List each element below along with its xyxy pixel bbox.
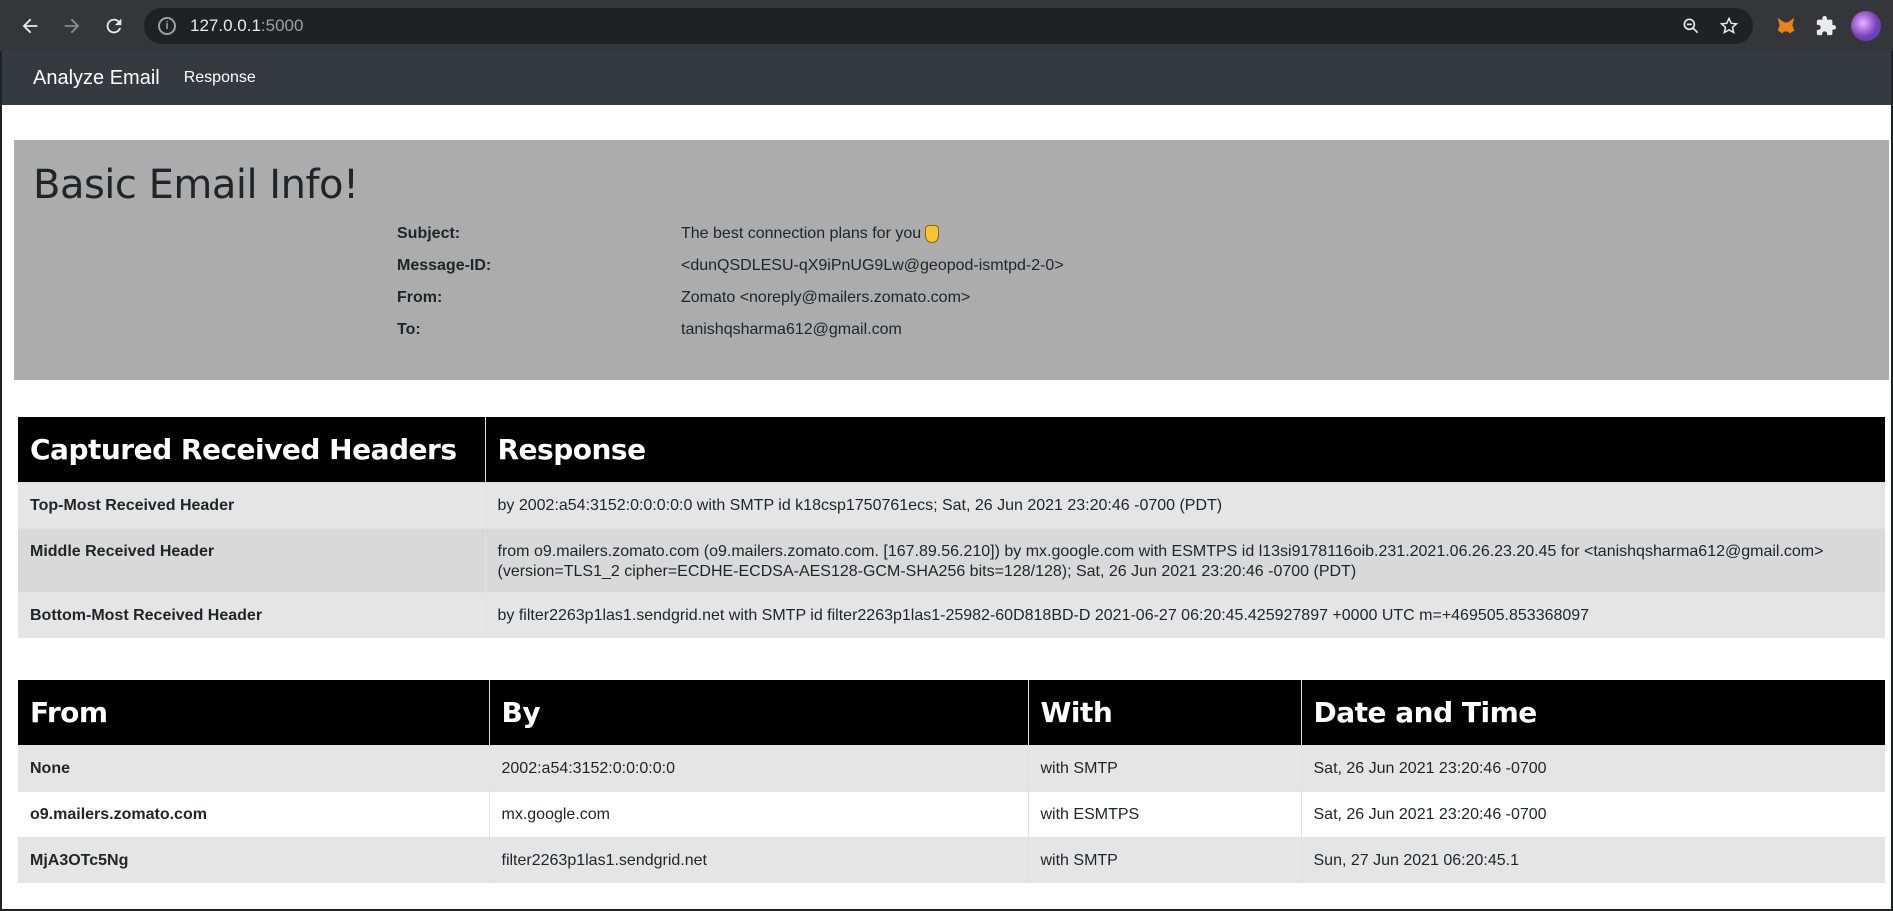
info-value: <dunQSDLESU-qX9iPnUG9Lw@geopod-ismtpd-2-… xyxy=(681,257,1064,274)
table-row: None 2002:a54:3152:0:0:0:0:0 with SMTP S… xyxy=(18,744,1885,791)
table-row: MjA3OTc5Ng filter2263p1las1.sendgrid.net… xyxy=(18,836,1885,883)
star-icon[interactable] xyxy=(1719,16,1739,36)
nav-link-response[interactable]: Response xyxy=(184,69,256,87)
metamask-extension-icon[interactable] xyxy=(1769,9,1803,43)
navbar-brand[interactable]: Analyze Email xyxy=(33,67,160,90)
header-name: Top-Most Received Header xyxy=(18,481,485,528)
column-header: With xyxy=(1027,680,1301,745)
url-host: 127.0.0.1 xyxy=(190,15,261,35)
hop-by: filter2263p1las1.sendgrid.net xyxy=(488,836,1028,883)
header-value: by filter2263p1las1.sendgrid.net with SM… xyxy=(484,591,1885,638)
info-row-from: From: Zomato <noreply@mailers.zomato.com… xyxy=(397,282,1064,314)
extensions-puzzle-icon[interactable] xyxy=(1809,9,1843,43)
hop-from: None xyxy=(18,744,489,791)
back-button[interactable] xyxy=(12,8,48,44)
info-label: Subject: xyxy=(397,225,461,242)
info-row-subject: Subject: The best connection plans for y… xyxy=(397,218,1064,250)
info-row-to: To: tanishqsharma612@gmail.com xyxy=(397,314,1064,346)
column-header: By xyxy=(488,680,1028,745)
info-row-message-id: Message-ID: <dunQSDLESU-qX9iPnUG9Lw@geop… xyxy=(397,250,1064,282)
hop-with: with ESMTPS xyxy=(1027,790,1301,837)
table-row: Bottom-Most Received Header by filter226… xyxy=(18,591,1885,638)
reload-button[interactable] xyxy=(96,8,132,44)
hop-datetime: Sat, 26 Jun 2021 23:20:46 -0700 xyxy=(1300,790,1885,837)
header-name: Bottom-Most Received Header xyxy=(18,591,485,638)
hop-from: MjA3OTc5Ng xyxy=(18,836,489,883)
table-row: Top-Most Received Header by 2002:a54:315… xyxy=(18,481,1885,528)
hop-with: with SMTP xyxy=(1027,836,1301,883)
info-label: From: xyxy=(397,289,443,306)
info-grid: Subject: The best connection plans for y… xyxy=(397,218,1064,346)
header-value: by 2002:a54:3152:0:0:0:0:0 with SMTP id … xyxy=(484,481,1885,528)
column-header: From xyxy=(18,680,489,745)
hop-with: with SMTP xyxy=(1027,744,1301,791)
hops-table: From By With Date and Time None 2002:a54… xyxy=(18,680,1885,883)
info-value: tanishqsharma612@gmail.com xyxy=(681,321,902,338)
info-label: Message-ID: xyxy=(397,257,492,274)
profile-avatar[interactable] xyxy=(1851,10,1881,41)
column-header: Captured Received Headers xyxy=(18,417,485,482)
info-value: The best connection plans for you xyxy=(681,225,922,243)
info-value: Zomato <noreply@mailers.zomato.com> xyxy=(681,289,971,306)
pointing-hand-emoji-icon xyxy=(925,224,940,243)
column-header: Date and Time xyxy=(1300,680,1885,745)
hop-by: 2002:a54:3152:0:0:0:0:0 xyxy=(488,744,1028,791)
zoom-icon[interactable] xyxy=(1681,16,1701,36)
subject-value-wrap: The best connection plans for you xyxy=(681,224,940,243)
received-headers-table: Captured Received Headers Response Top-M… xyxy=(18,417,1885,638)
table-row: Middle Received Header from o9.mailers.z… xyxy=(18,527,1885,592)
address-bar[interactable]: i 127.0.0.1:5000 xyxy=(144,7,1753,44)
forward-button[interactable] xyxy=(54,8,90,44)
hop-datetime: Sun, 27 Jun 2021 06:20:45.1 xyxy=(1300,836,1885,883)
hop-by: mx.google.com xyxy=(488,790,1028,837)
reload-icon xyxy=(106,18,122,33)
hop-from: o9.mailers.zomato.com xyxy=(18,790,489,837)
arrow-left-icon xyxy=(22,18,38,33)
info-label: To: xyxy=(397,321,421,338)
table-row: o9.mailers.zomato.com mx.google.com with… xyxy=(18,790,1885,837)
info-icon[interactable]: i xyxy=(158,16,176,35)
header-value: from o9.mailers.zomato.com (o9.mailers.z… xyxy=(484,527,1885,592)
url-port: :5000 xyxy=(260,15,304,35)
page-title: Basic Email Info! xyxy=(33,162,359,208)
page-viewport: Analyze Email Response Basic Email Info!… xyxy=(2,51,1891,909)
column-header: Response xyxy=(484,417,1885,482)
top-navbar: Analyze Email Response xyxy=(2,51,1891,105)
basic-info-panel: Basic Email Info! Subject: The best conn… xyxy=(14,140,1889,380)
browser-toolbar: i 127.0.0.1:5000 xyxy=(0,0,1893,51)
hop-datetime: Sat, 26 Jun 2021 23:20:46 -0700 xyxy=(1300,744,1885,791)
header-name: Middle Received Header xyxy=(18,527,485,592)
arrow-right-icon xyxy=(64,18,80,33)
